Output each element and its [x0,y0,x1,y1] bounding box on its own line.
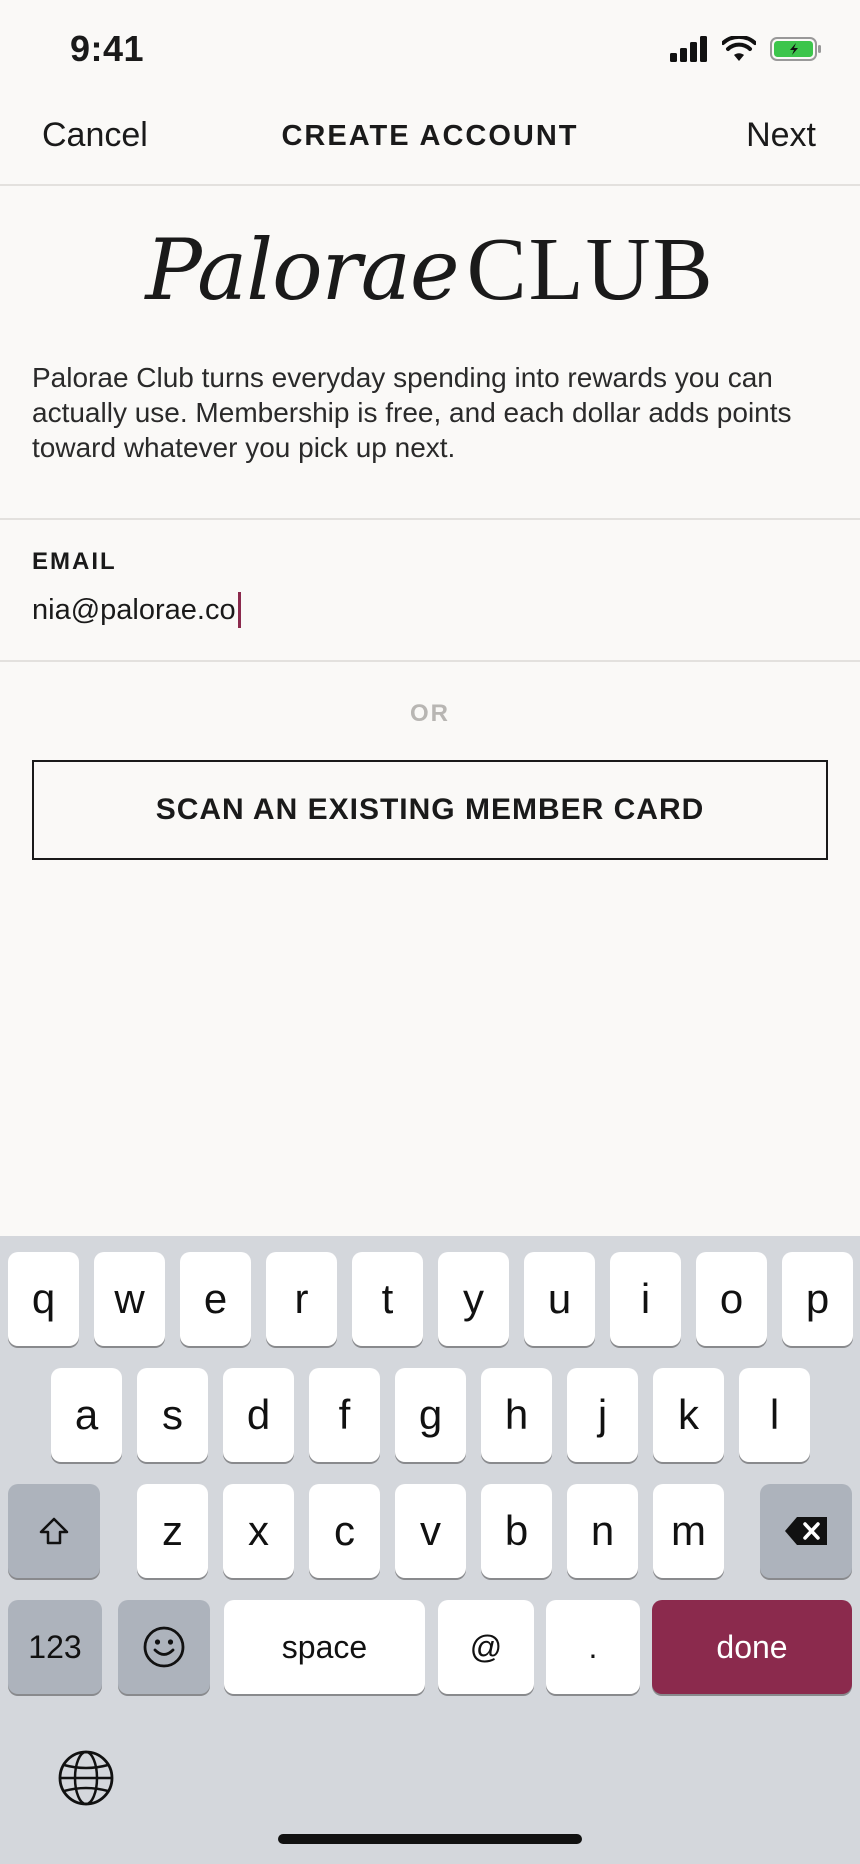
key-e[interactable]: e [180,1252,251,1346]
key-l[interactable]: l [739,1368,810,1462]
keyboard: q w e r t y u i o p a s d f g h j k l z … [0,1236,860,1864]
key-k[interactable]: k [653,1368,724,1462]
key-b[interactable]: b [481,1484,552,1578]
battery-icon [770,37,821,61]
divider [0,518,860,520]
key-m[interactable]: m [653,1484,724,1578]
emoji-icon [143,1626,185,1668]
home-indicator [278,1834,582,1844]
at-key[interactable]: @ [438,1600,534,1694]
key-f[interactable]: f [309,1368,380,1462]
key-o[interactable]: o [696,1252,767,1346]
dot-key[interactable]: . [546,1600,640,1694]
numbers-key[interactable]: 123 [8,1600,102,1694]
brand-logo-club: CLUB [466,220,715,319]
key-p[interactable]: p [782,1252,853,1346]
key-r[interactable]: r [266,1252,337,1346]
key-v[interactable]: v [395,1484,466,1578]
key-j[interactable]: j [567,1368,638,1462]
globe-icon [58,1750,114,1806]
status-time: 9:41 [70,28,145,69]
email-field[interactable]: nia@palorae.co [32,588,828,632]
page-title: CREATE ACCOUNT [281,120,579,152]
key-z[interactable]: z [137,1484,208,1578]
shift-icon [39,1517,69,1545]
signal-icon [670,36,707,62]
key-w[interactable]: w [94,1252,165,1346]
key-a[interactable]: a [51,1368,122,1462]
nav-bar: Cancel CREATE ACCOUNT Next [0,100,860,186]
brand-logo: PaloraeCLUB [0,218,860,321]
wifi-icon [722,36,756,61]
status-bar: 9:41 [0,0,860,100]
space-key[interactable]: space [224,1600,425,1694]
backspace-key[interactable] [760,1484,852,1578]
key-h[interactable]: h [481,1368,552,1462]
status-icons [670,36,822,62]
email-label: EMAIL [32,548,117,575]
key-u[interactable]: u [524,1252,595,1346]
key-g[interactable]: g [395,1368,466,1462]
email-value: nia@palorae.co [32,593,236,626]
shift-key[interactable] [8,1484,100,1578]
scan-member-card-button[interactable]: SCAN AN EXISTING MEMBER CARD [32,760,828,860]
globe-button[interactable] [54,1746,118,1810]
text-caret [237,592,241,628]
key-t[interactable]: t [352,1252,423,1346]
next-button[interactable]: Next [746,116,816,155]
divider [0,660,860,662]
key-c[interactable]: c [309,1484,380,1578]
key-q[interactable]: q [8,1252,79,1346]
key-y[interactable]: y [438,1252,509,1346]
brand-logo-script: Palorae [145,221,459,319]
key-i[interactable]: i [610,1252,681,1346]
intro-text: Palorae Club turns everyday spending int… [32,362,792,463]
key-x[interactable]: x [223,1484,294,1578]
key-s[interactable]: s [137,1368,208,1462]
emoji-key[interactable] [118,1600,210,1694]
or-separator: OR [410,700,450,727]
done-key[interactable]: done [652,1600,852,1694]
key-d[interactable]: d [223,1368,294,1462]
key-n[interactable]: n [567,1484,638,1578]
backspace-icon [785,1517,827,1545]
